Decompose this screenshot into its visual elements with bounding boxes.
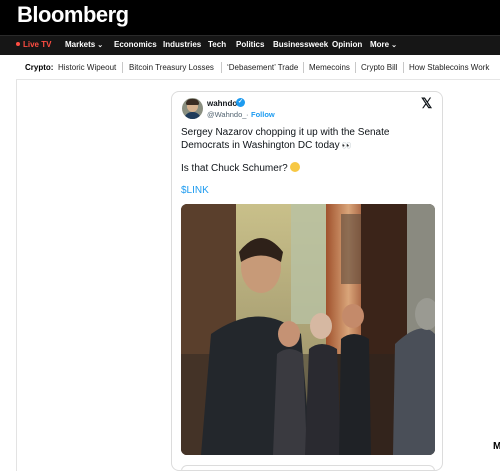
x-logo-icon[interactable]: 𝕏: [421, 95, 432, 112]
topic-memecoins[interactable]: Memecoins: [309, 63, 350, 72]
separator: ·: [246, 110, 249, 119]
divider: [355, 62, 356, 73]
masthead: Bloomberg: [0, 0, 500, 35]
topic-bitcoin-treasury-losses[interactable]: Bitcoin Treasury Losses: [129, 63, 214, 72]
tweet-text-line1: Sergey Nazarov chopping it up with the S…: [181, 127, 390, 151]
tweet-author-name[interactable]: wahndo: [207, 99, 237, 108]
eyes-emoji-icon: 👀: [341, 141, 352, 150]
nav-more[interactable]: More ⌄: [370, 40, 397, 49]
divider: [303, 62, 304, 73]
nav-economics[interactable]: Economics: [114, 40, 157, 49]
tweet-author-handle[interactable]: @Wahndo_: [207, 110, 246, 119]
cashtag-link[interactable]: $LINK: [181, 185, 209, 196]
chevron-down-icon: ⌄: [391, 42, 397, 49]
crypto-topic-bar: Crypto: Historic Wipeout Bitcoin Treasur…: [16, 55, 500, 80]
nav-industries[interactable]: Industries: [163, 40, 201, 49]
topic-crypto-bill[interactable]: Crypto Bill: [361, 63, 397, 72]
live-dot-icon: [16, 42, 20, 46]
main-nav: Live TV Markets ⌄ Economics Industries Te…: [0, 35, 500, 55]
nav-politics[interactable]: Politics: [236, 40, 264, 49]
nav-tech[interactable]: Tech: [208, 40, 226, 49]
tweet-text-line2: Is that Chuck Schumer?: [181, 162, 300, 175]
chevron-down-icon: ⌄: [97, 42, 104, 49]
topic-historic-wipeout[interactable]: Historic Wipeout: [58, 63, 116, 72]
tweet-photo[interactable]: [181, 204, 435, 455]
sidebar-fragment: M: [493, 441, 500, 452]
embedded-tweet[interactable]: wahndo ✓ @Wahndo_ · Follow 𝕏 Sergey Naza…: [171, 91, 443, 471]
nav-opinion[interactable]: Opinion: [332, 40, 362, 49]
divider: [221, 62, 222, 73]
nav-businessweek[interactable]: Businessweek: [273, 40, 328, 49]
topic-debasement-trade[interactable]: ‘Debasement’ Trade: [227, 63, 298, 72]
tweet-footer-row: [181, 465, 435, 470]
follow-button[interactable]: Follow: [251, 110, 275, 119]
avatar[interactable]: [182, 98, 203, 119]
topic-how-stablecoins-work[interactable]: How Stablecoins Work: [409, 63, 489, 72]
nav-markets[interactable]: Markets ⌄: [65, 40, 103, 49]
grin-emoji-icon: [289, 162, 300, 172]
bloomberg-logo[interactable]: Bloomberg: [17, 2, 129, 28]
nav-live-tv[interactable]: Live TV: [16, 40, 51, 49]
topic-label: Crypto:: [25, 63, 54, 72]
page-divider: [16, 80, 17, 471]
divider: [122, 62, 123, 73]
divider: [403, 62, 404, 73]
verified-badge-icon: ✓: [236, 98, 245, 107]
